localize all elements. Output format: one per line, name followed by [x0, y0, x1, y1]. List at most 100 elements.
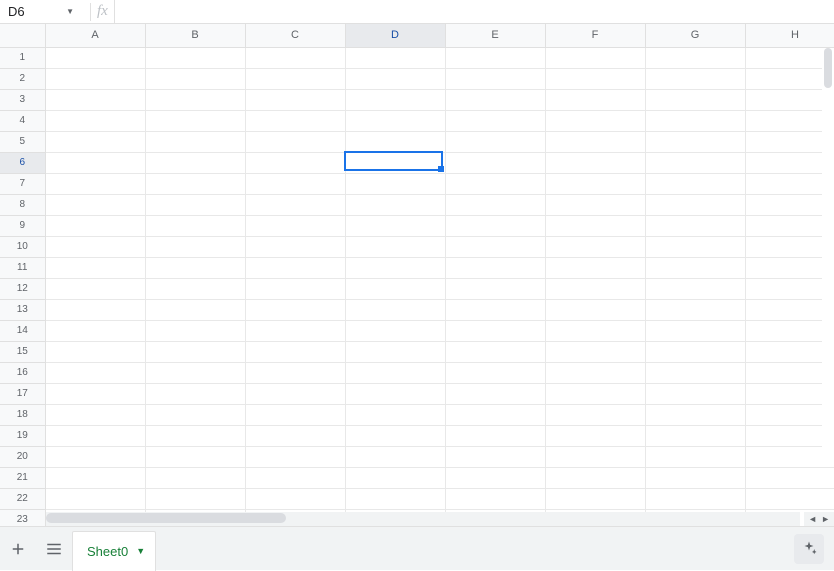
row-header-17[interactable]: 17 — [0, 383, 45, 404]
add-sheet-button[interactable] — [0, 531, 36, 567]
vertical-scrollbar[interactable] — [822, 48, 834, 466]
cell-B8[interactable] — [145, 194, 245, 215]
cell-F17[interactable] — [545, 383, 645, 404]
cell-G18[interactable] — [645, 404, 745, 425]
horizontal-scrollbar-thumb[interactable] — [46, 513, 286, 523]
column-header-F[interactable]: F — [545, 24, 645, 47]
cell-B18[interactable] — [145, 404, 245, 425]
cell-C10[interactable] — [245, 236, 345, 257]
cell-H9[interactable] — [745, 215, 834, 236]
cell-C12[interactable] — [245, 278, 345, 299]
cell-B21[interactable] — [145, 467, 245, 488]
cell-H3[interactable] — [745, 89, 834, 110]
column-header-G[interactable]: G — [645, 24, 745, 47]
cell-D3[interactable] — [345, 89, 445, 110]
cell-H8[interactable] — [745, 194, 834, 215]
cell-G20[interactable] — [645, 446, 745, 467]
cell-F20[interactable] — [545, 446, 645, 467]
cell-A18[interactable] — [45, 404, 145, 425]
row-header-8[interactable]: 8 — [0, 194, 45, 215]
cell-G21[interactable] — [645, 467, 745, 488]
row-header-11[interactable]: 11 — [0, 257, 45, 278]
cell-C1[interactable] — [245, 47, 345, 68]
cell-C7[interactable] — [245, 173, 345, 194]
cell-G4[interactable] — [645, 110, 745, 131]
cell-A12[interactable] — [45, 278, 145, 299]
cell-A22[interactable] — [45, 488, 145, 509]
row-header-16[interactable]: 16 — [0, 362, 45, 383]
cell-E11[interactable] — [445, 257, 545, 278]
row-header-15[interactable]: 15 — [0, 341, 45, 362]
cell-F3[interactable] — [545, 89, 645, 110]
cell-F4[interactable] — [545, 110, 645, 131]
cell-B14[interactable] — [145, 320, 245, 341]
row-header-20[interactable]: 20 — [0, 446, 45, 467]
cell-C20[interactable] — [245, 446, 345, 467]
cell-E7[interactable] — [445, 173, 545, 194]
cell-A5[interactable] — [45, 131, 145, 152]
cell-G12[interactable] — [645, 278, 745, 299]
row-header-7[interactable]: 7 — [0, 173, 45, 194]
cell-D22[interactable] — [345, 488, 445, 509]
cell-A21[interactable] — [45, 467, 145, 488]
cell-H22[interactable] — [745, 488, 834, 509]
cell-C8[interactable] — [245, 194, 345, 215]
cell-D11[interactable] — [345, 257, 445, 278]
cell-G1[interactable] — [645, 47, 745, 68]
sheet-tab-active[interactable]: Sheet0 ▼ — [72, 531, 156, 571]
cell-F11[interactable] — [545, 257, 645, 278]
cell-D4[interactable] — [345, 110, 445, 131]
cell-A13[interactable] — [45, 299, 145, 320]
cell-F10[interactable] — [545, 236, 645, 257]
horizontal-scrollbar[interactable] — [46, 512, 800, 526]
cell-H14[interactable] — [745, 320, 834, 341]
cell-G3[interactable] — [645, 89, 745, 110]
vertical-scrollbar-thumb[interactable] — [824, 48, 832, 88]
cell-F5[interactable] — [545, 131, 645, 152]
cell-E14[interactable] — [445, 320, 545, 341]
cell-H1[interactable] — [745, 47, 834, 68]
select-all-corner[interactable] — [0, 24, 45, 47]
column-header-D[interactable]: D — [345, 24, 445, 47]
cell-F8[interactable] — [545, 194, 645, 215]
cell-C16[interactable] — [245, 362, 345, 383]
cell-C19[interactable] — [245, 425, 345, 446]
row-header-6[interactable]: 6 — [0, 152, 45, 173]
row-header-13[interactable]: 13 — [0, 299, 45, 320]
cell-A2[interactable] — [45, 68, 145, 89]
cell-H15[interactable] — [745, 341, 834, 362]
cell-B19[interactable] — [145, 425, 245, 446]
cell-B2[interactable] — [145, 68, 245, 89]
cell-F2[interactable] — [545, 68, 645, 89]
cell-D20[interactable] — [345, 446, 445, 467]
cell-B20[interactable] — [145, 446, 245, 467]
column-header-A[interactable]: A — [45, 24, 145, 47]
cell-E21[interactable] — [445, 467, 545, 488]
cell-G22[interactable] — [645, 488, 745, 509]
cell-B1[interactable] — [145, 47, 245, 68]
cell-H2[interactable] — [745, 68, 834, 89]
cell-C5[interactable] — [245, 131, 345, 152]
name-box-dropdown-icon[interactable]: ▼ — [66, 7, 74, 16]
cell-E16[interactable] — [445, 362, 545, 383]
cell-D17[interactable] — [345, 383, 445, 404]
cell-E1[interactable] — [445, 47, 545, 68]
cell-C18[interactable] — [245, 404, 345, 425]
cell-D14[interactable] — [345, 320, 445, 341]
cell-A1[interactable] — [45, 47, 145, 68]
cell-B10[interactable] — [145, 236, 245, 257]
cell-B4[interactable] — [145, 110, 245, 131]
cell-D6[interactable] — [345, 152, 445, 173]
cell-H13[interactable] — [745, 299, 834, 320]
cell-A6[interactable] — [45, 152, 145, 173]
cell-E17[interactable] — [445, 383, 545, 404]
cell-H19[interactable] — [745, 425, 834, 446]
cell-C15[interactable] — [245, 341, 345, 362]
cell-E6[interactable] — [445, 152, 545, 173]
row-header-14[interactable]: 14 — [0, 320, 45, 341]
cell-G14[interactable] — [645, 320, 745, 341]
cell-A19[interactable] — [45, 425, 145, 446]
cell-A10[interactable] — [45, 236, 145, 257]
cell-F6[interactable] — [545, 152, 645, 173]
row-header-2[interactable]: 2 — [0, 68, 45, 89]
